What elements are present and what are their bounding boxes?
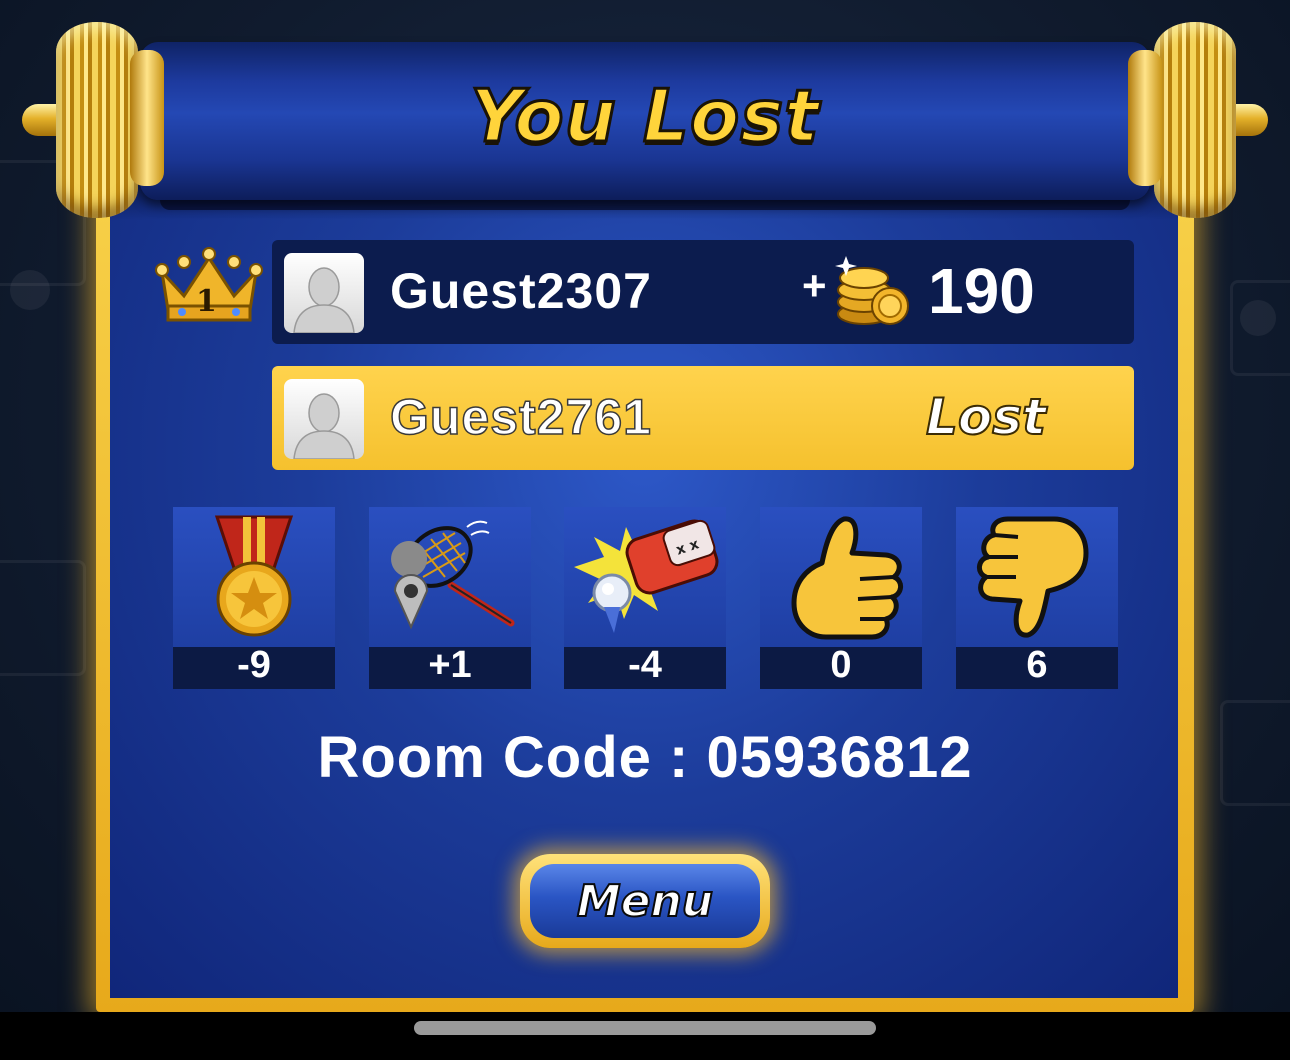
reward-prefix: + <box>802 262 827 309</box>
knocked-out-icon: x x <box>574 519 719 633</box>
player-avatar <box>284 253 364 333</box>
player-name: Guest2761 <box>389 388 652 446</box>
default-avatar-icon <box>293 267 355 333</box>
stat-value: 6 <box>1026 644 1048 686</box>
player-status: Lost <box>925 387 1047 447</box>
stat-value: -4 <box>628 644 662 686</box>
net-capture-icon <box>391 520 515 630</box>
room-code: Room Code : 05936812 <box>317 725 973 790</box>
stat-value: +1 <box>428 644 472 686</box>
result-title: You Lost <box>469 73 820 160</box>
stat-value: -9 <box>237 644 271 686</box>
player-name: Guest2307 <box>390 263 652 319</box>
default-avatar-icon <box>293 393 355 459</box>
stat-value: 0 <box>830 644 852 686</box>
stat-tile-likes: 0 <box>760 507 922 689</box>
system-bottom-bar <box>0 1012 1290 1060</box>
stat-tile-knocked: x x -4 <box>564 507 726 689</box>
thumbs-down-icon <box>977 516 1089 638</box>
menu-button-face[interactable]: Menu <box>530 864 760 938</box>
menu-button-label[interactable]: Menu <box>530 875 760 928</box>
home-indicator[interactable] <box>414 1021 876 1035</box>
thumbs-up-icon <box>791 516 903 640</box>
rank-number: 1 <box>196 284 217 319</box>
player-avatar <box>284 379 364 459</box>
menu-button[interactable]: Menu <box>520 854 770 948</box>
background-tile <box>0 560 86 676</box>
stat-tile-dislikes: 6 <box>956 507 1118 689</box>
stat-tile-capture: +1 <box>369 507 531 689</box>
stat-tile-medal: -9 <box>173 507 335 689</box>
coin-stack-icon <box>835 256 909 325</box>
background-dot <box>10 270 50 310</box>
reward-amount: 190 <box>928 255 1035 327</box>
background-dot <box>1240 300 1276 336</box>
medal-icon <box>214 515 294 637</box>
